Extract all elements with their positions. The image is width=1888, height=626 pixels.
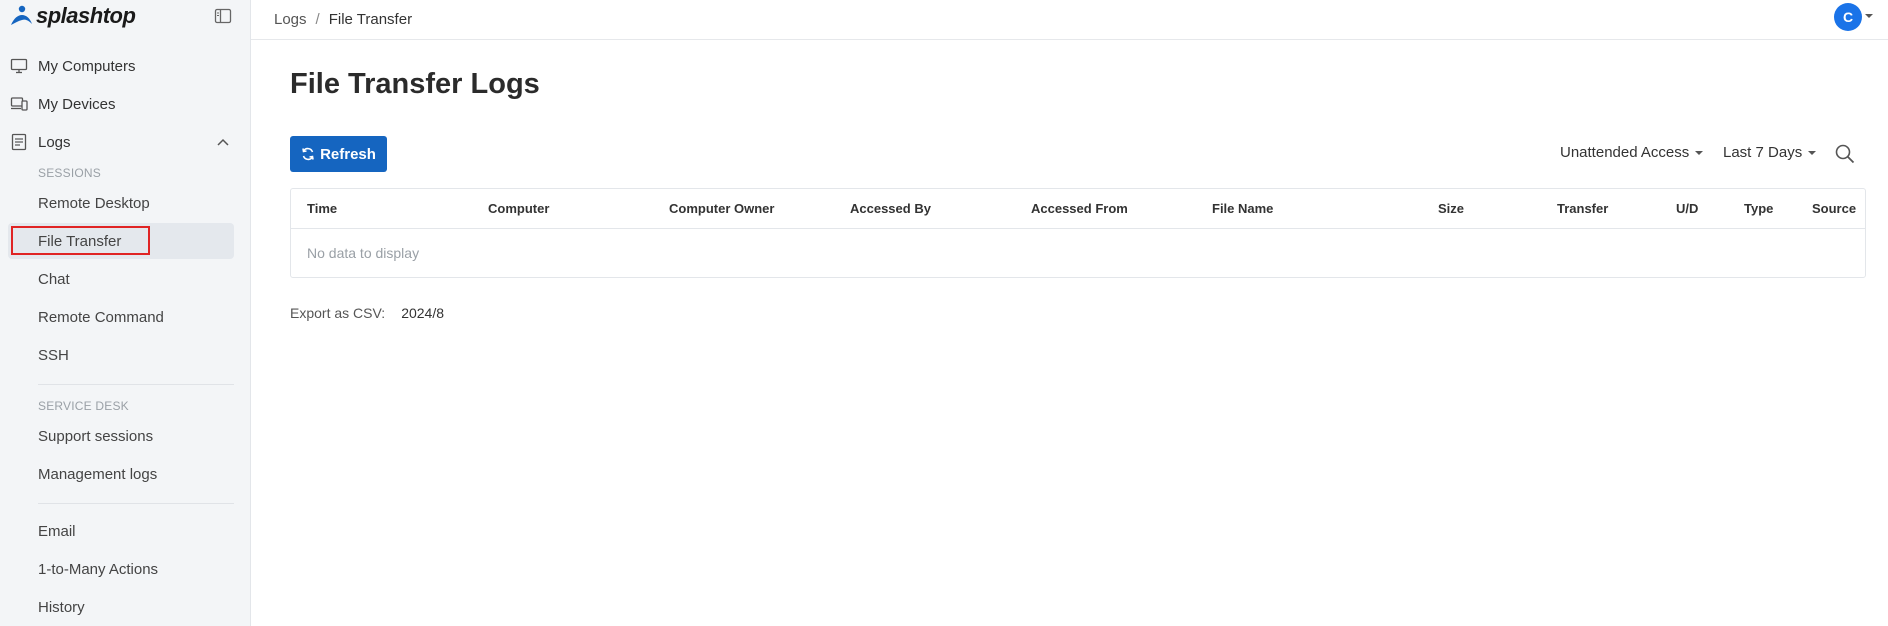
nav-support-sessions[interactable]: Support sessions	[38, 427, 153, 447]
breadcrumb-separator: /	[315, 11, 320, 28]
nav-history[interactable]: History	[38, 598, 85, 618]
column-header-transfer[interactable]: Transfer	[1557, 201, 1608, 216]
splashtop-logo-icon	[11, 5, 32, 25]
refresh-button-label: Refresh	[320, 145, 376, 163]
sessions-section-label: SESSIONS	[38, 166, 101, 180]
refresh-icon	[302, 147, 314, 161]
table-header: Time Computer Computer Owner Accessed By…	[291, 189, 1865, 229]
service-desk-section-label: SERVICE DESK	[38, 399, 129, 413]
divider	[38, 384, 234, 385]
date-range-value: Last 7 Days	[1723, 144, 1803, 161]
nav-management-logs[interactable]: Management logs	[38, 465, 157, 485]
splashtop-logo[interactable]: splashtop	[8, 3, 136, 29]
nav-my-devices[interactable]: My Devices	[10, 89, 116, 119]
nav-my-computers[interactable]: My Computers	[10, 51, 136, 81]
column-header-computer-owner[interactable]: Computer Owner	[669, 201, 774, 216]
user-avatar[interactable]: C	[1834, 3, 1862, 31]
nav-chat[interactable]: Chat	[38, 270, 70, 290]
nav-my-computers-label: My Computers	[38, 57, 136, 75]
export-csv-label: Export as CSV:	[290, 305, 386, 321]
main-content: Logs / File Transfer C File Transfer Log…	[251, 0, 1888, 626]
nav-email[interactable]: Email	[38, 522, 76, 542]
column-header-file-name[interactable]: File Name	[1212, 201, 1273, 216]
highlight-annotation	[11, 226, 150, 255]
sidebar: splashtop My Computers My Devices Logs S…	[0, 0, 251, 626]
nav-my-devices-label: My Devices	[38, 95, 116, 113]
column-header-source[interactable]: Source	[1812, 201, 1856, 216]
caret-down-icon[interactable]	[1865, 14, 1873, 18]
divider	[38, 503, 234, 504]
refresh-button[interactable]: Refresh	[290, 136, 387, 172]
nav-logs[interactable]: Logs	[10, 127, 71, 157]
page-title: File Transfer Logs	[290, 68, 540, 100]
empty-table-message: No data to display	[307, 245, 420, 261]
column-header-type[interactable]: Type	[1744, 201, 1773, 216]
export-csv: Export as CSV: 2024/8	[290, 305, 444, 321]
breadcrumb-current: File Transfer	[328, 11, 413, 28]
column-header-computer[interactable]: Computer	[488, 201, 549, 216]
breadcrumb-logs[interactable]: Logs	[274, 11, 307, 28]
sidebar-header: splashtop	[0, 0, 250, 32]
search-icon[interactable]	[1834, 143, 1856, 165]
column-header-size[interactable]: Size	[1438, 201, 1464, 216]
caret-down-icon	[1808, 150, 1817, 155]
column-header-time[interactable]: Time	[307, 201, 337, 216]
breadcrumb: Logs / File Transfer	[251, 0, 1888, 40]
nav-remote-desktop[interactable]: Remote Desktop	[38, 194, 150, 214]
monitor-icon	[10, 58, 28, 74]
brand-name: splashtop	[36, 3, 136, 28]
sidebar-collapse-icon[interactable]	[214, 7, 232, 25]
nav-logs-label: Logs	[38, 133, 71, 151]
access-type-value: Unattended Access	[1560, 144, 1690, 161]
nav-one-to-many-actions[interactable]: 1-to-Many Actions	[38, 560, 158, 580]
file-transfer-table: Time Computer Computer Owner Accessed By…	[290, 188, 1866, 278]
column-header-accessed-from[interactable]: Accessed From	[1031, 201, 1128, 216]
logs-icon	[11, 133, 27, 151]
nav-ssh[interactable]: SSH	[38, 346, 69, 366]
date-range-dropdown[interactable]: Last 7 Days	[1723, 144, 1817, 161]
export-csv-month-link[interactable]: 2024/8	[401, 305, 444, 321]
devices-icon	[10, 97, 28, 111]
access-type-dropdown[interactable]: Unattended Access	[1560, 144, 1704, 161]
caret-down-icon	[1695, 150, 1704, 155]
chevron-up-icon[interactable]	[216, 135, 230, 149]
nav-remote-command[interactable]: Remote Command	[38, 308, 164, 328]
column-header-upload-download[interactable]: U/D	[1676, 201, 1698, 216]
column-header-accessed-by[interactable]: Accessed By	[850, 201, 931, 216]
